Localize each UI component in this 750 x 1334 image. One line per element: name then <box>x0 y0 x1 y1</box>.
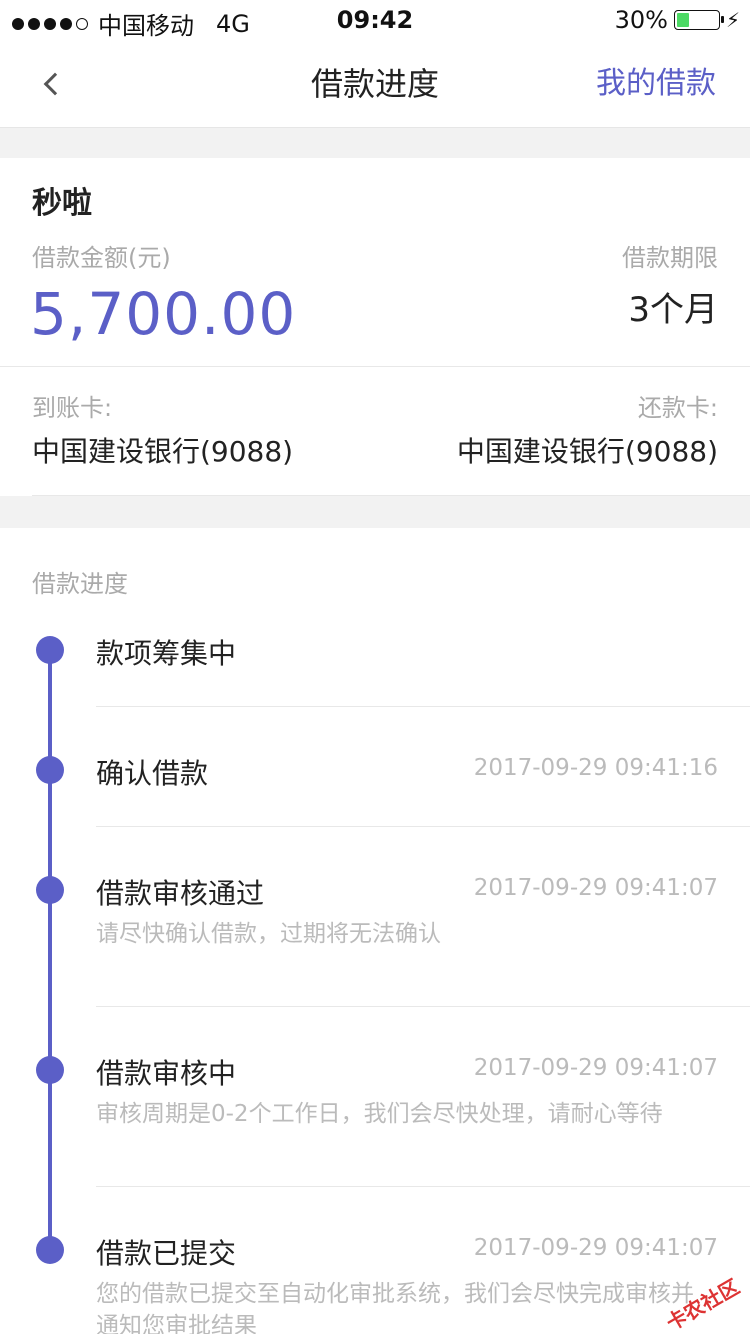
divider <box>96 1006 750 1007</box>
step-description: 请尽快确认借款，过期将无法确认 <box>96 921 441 947</box>
receive-card-label: 到账卡: <box>32 394 113 422</box>
step-description: 您的借款已提交至自动化审批系统，我们会尽快完成审核并通知您审批结果 <box>96 1281 694 1334</box>
step-title: 借款已提交 <box>96 1237 237 1270</box>
step-title: 确认借款 <box>96 757 209 790</box>
step-title: 借款审核通过 <box>96 877 265 910</box>
battery-level <box>676 13 689 27</box>
battery-icon <box>673 10 724 30</box>
loan-progress-section: 借款进度 款项筹集中 确认借款 2017-09-29 09:41:16 借款审核… <box>0 528 750 1334</box>
step-time: 2017-09-29 09:41:07 <box>473 1235 718 1261</box>
battery-percent: 30% <box>614 6 668 34</box>
amount-label: 借款金额(元) <box>32 244 171 272</box>
step-description: 审核周期是0-2个工作日，我们会尽快处理，请耐心等待 <box>96 1101 663 1127</box>
my-loans-link[interactable]: 我的借款 <box>596 40 716 128</box>
divider <box>96 706 750 707</box>
divider <box>32 495 750 496</box>
section-title: 借款进度 <box>32 570 128 598</box>
amount-value: 5,700.00 <box>30 280 297 348</box>
term-label: 借款期限 <box>622 244 718 272</box>
step-time: 2017-09-29 09:41:16 <box>473 755 718 781</box>
divider <box>96 1186 750 1187</box>
step-title: 款项筹集中 <box>96 637 237 670</box>
timeline-dot-icon <box>36 1056 64 1084</box>
timeline-line <box>48 650 52 1254</box>
status-bar: 中国移动 4G 09:42 30% ⚡ <box>0 0 750 40</box>
step-time: 2017-09-29 09:41:07 <box>473 875 718 901</box>
timeline-dot-icon <box>36 636 64 664</box>
repay-card-value: 中国建设银行(9088) <box>456 435 718 468</box>
step-title: 借款审核中 <box>96 1057 237 1090</box>
term-value: 3个月 <box>628 290 718 330</box>
repay-card-label: 还款卡: <box>637 394 718 422</box>
nav-bar: 借款进度 我的借款 <box>0 40 750 128</box>
platform-name: 秒啦 <box>32 186 92 221</box>
status-bar-right: 30% ⚡ <box>615 6 740 34</box>
loan-summary-card: 秒啦 借款金额(元) 5,700.00 借款期限 3个月 到账卡: 中国建设银行… <box>0 158 750 496</box>
charging-icon: ⚡ <box>725 8 740 32</box>
divider <box>0 366 750 367</box>
timeline-dot-icon <box>36 876 64 904</box>
timeline-dot-icon <box>36 1236 64 1264</box>
timeline-dot-icon <box>36 756 64 784</box>
step-time: 2017-09-29 09:41:07 <box>473 1055 718 1081</box>
divider <box>96 826 750 827</box>
receive-card-value: 中国建设银行(9088) <box>32 435 294 468</box>
